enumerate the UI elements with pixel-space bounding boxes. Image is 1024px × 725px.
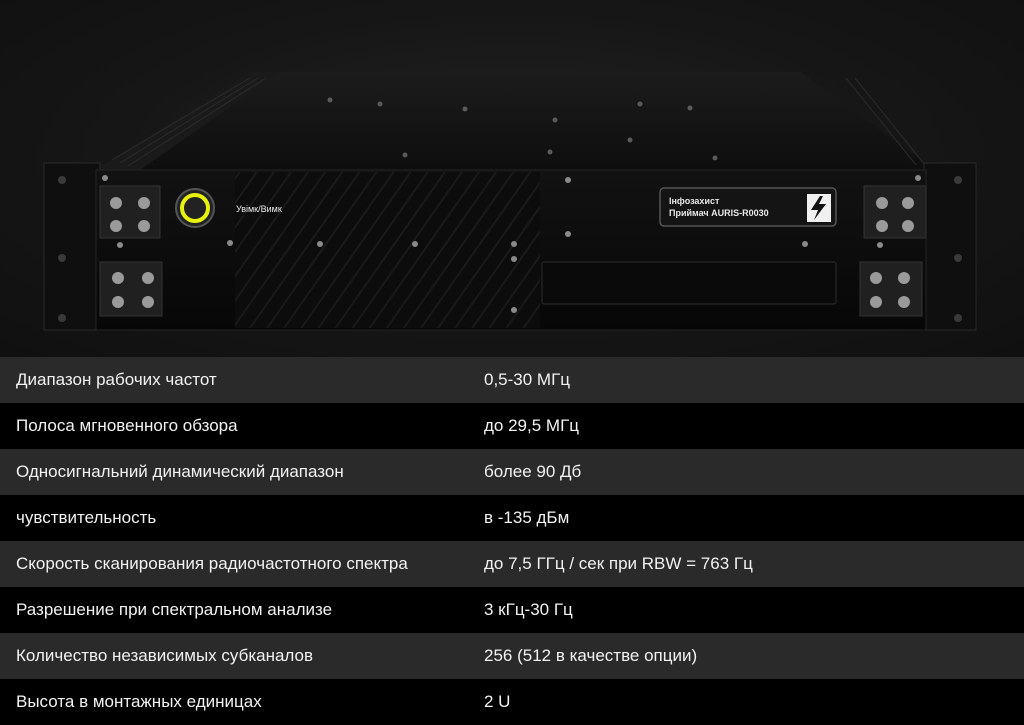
spec-name: Количество независимых субканалов: [16, 646, 314, 665]
table-row: Полоса мгновенного обзора до 29,5 МГц: [0, 403, 1024, 449]
table-row: Количество независимых субканалов 256 (5…: [0, 633, 1024, 679]
spec-value: до 7,5 ГГц / сек при RBW = 763 Гц: [484, 554, 753, 573]
spec-name: Односигнальний динамический диапазон: [16, 462, 344, 481]
power-button: [175, 188, 215, 228]
spec-name: Скорость сканирования радиочастотного сп…: [16, 554, 408, 573]
spec-name: Диапазон рабочих частот: [16, 370, 217, 389]
spec-name: Полоса мгновенного обзора: [16, 416, 238, 435]
spec-name: чувствительность: [16, 508, 157, 527]
display-window: [541, 261, 837, 305]
spec-value: 0,5-30 МГц: [484, 370, 571, 389]
table-row: Разрешение при спектральном анализе 3 кГ…: [0, 587, 1024, 633]
table-row: Диапазон рабочих частот 0,5-30 МГц: [0, 357, 1024, 403]
rack-receiver-illustration: Увімк/Вимк Інфозахист Приймач AURIS-R003…: [43, 72, 977, 331]
power-label: Увімк/Вимк: [236, 204, 282, 214]
right-rack-ear: [923, 162, 977, 331]
specifications-table: Диапазон рабочих частот 0,5-30 МГц Полос…: [0, 357, 1024, 725]
left-rack-ear: [43, 162, 101, 331]
spec-value: более 90 Дб: [484, 462, 582, 481]
spec-value: 3 кГц-30 Гц: [484, 600, 573, 619]
spec-value: 2 U: [484, 692, 511, 711]
spec-value: 256 (512 в качестве опции): [484, 646, 698, 665]
badge-line2: Приймач AURIS-R0030: [669, 208, 769, 218]
table-row: Высота в монтажных единицах 2 U: [0, 679, 1024, 725]
table-row: Скорость сканирования радиочастотного сп…: [0, 541, 1024, 587]
spec-value: до 29,5 МГц: [484, 416, 580, 435]
table-row: Односигнальний динамический диапазон бол…: [0, 449, 1024, 495]
table-row: чувствительность в -135 дБм: [0, 495, 1024, 541]
top-cover: [95, 72, 935, 170]
spec-name: Высота в монтажных единицах: [16, 692, 262, 711]
product-image: Увімк/Вимк Інфозахист Приймач AURIS-R003…: [0, 0, 1024, 357]
spec-value: в -135 дБм: [484, 508, 570, 527]
badge-line1: Інфозахист: [669, 196, 720, 206]
spec-name: Разрешение при спектральном анализе: [16, 600, 333, 619]
model-badge: Інфозахист Приймач AURIS-R0030: [659, 187, 837, 227]
